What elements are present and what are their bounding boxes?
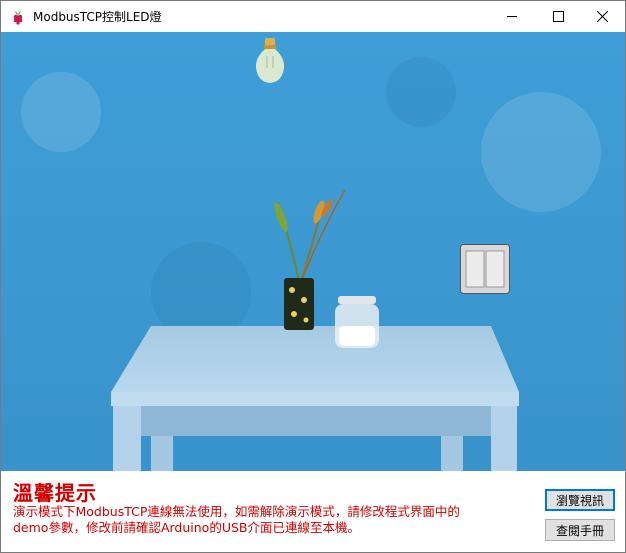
wall-switch[interactable] [460,244,510,294]
notice-text: 演示模式下ModbusTCP連線無法使用，如需解除演示模式，請修改程式界面中的 … [13,504,533,536]
browse-video-button[interactable]: 瀏覽視訊 [545,489,615,511]
window-title: ModbusTCP控制LED燈 [33,10,162,24]
title-bar[interactable]: ModbusTCP控制LED燈 [1,1,625,32]
notice-title: 溫馨提示 [13,481,97,505]
app-window: ModbusTCP控制LED燈 溫馨提示 演示模式下ModbusTCP連線無法使… [0,0,626,553]
notice-panel: 溫馨提示 演示模式下ModbusTCP連線無法使用，如需解除演示模式，請修改程式… [1,471,625,552]
room-scene [1,32,625,471]
room-background [1,32,625,471]
maximize-icon [552,11,564,22]
light-bulb-icon[interactable] [253,36,287,86]
maximize-button[interactable] [535,1,581,32]
minimize-button[interactable] [489,1,535,32]
notice-line-1: 演示模式下ModbusTCP連線無法使用，如需解除演示模式，請修改程式界面中的 [13,504,460,519]
glass-jar [335,296,379,348]
close-icon [596,11,608,22]
minimize-icon [506,16,517,17]
notice-line-2: demo參數，修改前請確認Arduino的USB介面已連線至本機。 [13,520,360,535]
close-button[interactable] [579,1,625,32]
view-manual-button[interactable]: 查閱手冊 [545,519,615,541]
raspberry-icon [13,10,23,25]
